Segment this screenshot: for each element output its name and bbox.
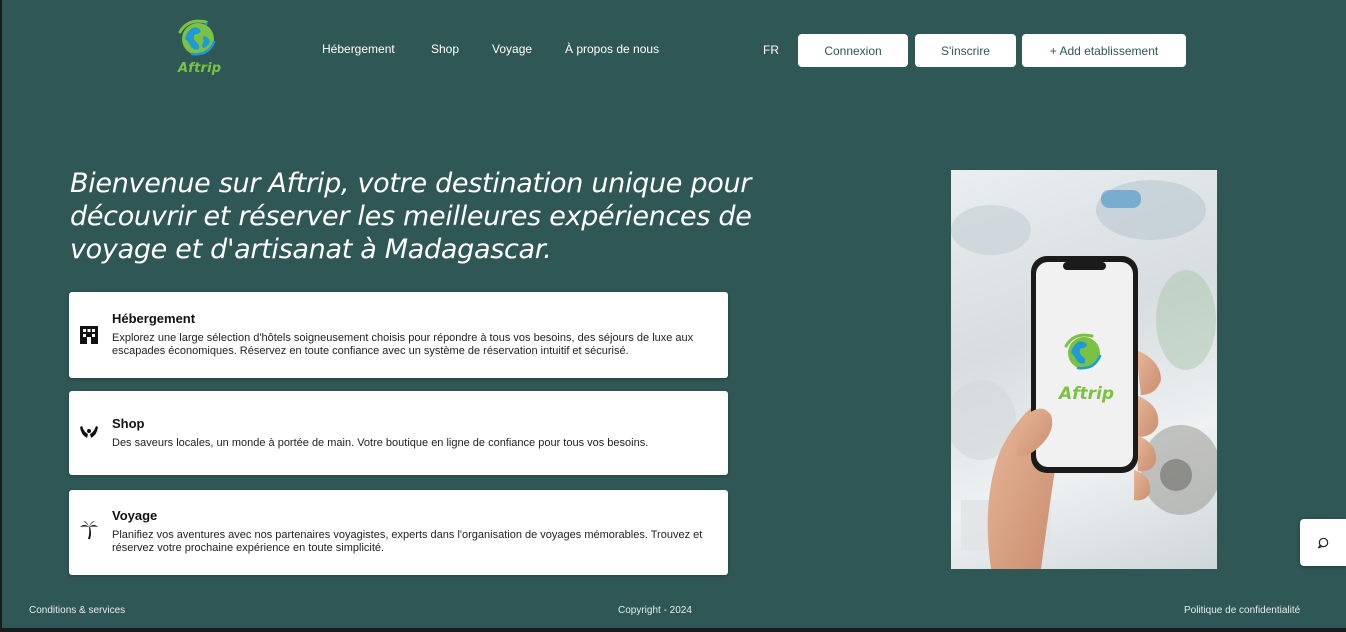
card-description: Des saveurs locales, un monde à portée d… bbox=[112, 437, 649, 449]
card-title: Hébergement bbox=[112, 311, 196, 326]
nav-item-hebergement[interactable]: Hébergement bbox=[322, 42, 395, 56]
footer-terms-link[interactable]: Conditions & services bbox=[29, 605, 125, 616]
card-hebergement[interactable]: Hébergement Explorez une large sélection… bbox=[69, 292, 728, 378]
nav-item-voyage[interactable]: Voyage bbox=[492, 42, 532, 56]
card-voyage[interactable]: Voyage Planifiez vos aventures avec nos … bbox=[69, 490, 728, 575]
building-icon bbox=[80, 326, 98, 344]
language-selector[interactable]: FR bbox=[763, 43, 779, 57]
window-edge-bottom bbox=[0, 628, 1346, 632]
chat-button[interactable] bbox=[1300, 519, 1346, 566]
card-description: Explorez une large sélection d'hôtels so… bbox=[112, 332, 694, 357]
phone-brand-name: Aftrip bbox=[1057, 384, 1114, 404]
signup-button[interactable]: S'inscrire bbox=[915, 34, 1016, 67]
card-title: Shop bbox=[112, 416, 145, 431]
brand-logo[interactable]: Aftrip bbox=[170, 16, 230, 80]
hero-title: Bienvenue sur Aftrip, votre destination … bbox=[70, 168, 752, 265]
hero-image: Aftrip bbox=[951, 170, 1217, 569]
brand-name: Aftrip bbox=[178, 61, 222, 76]
footer-privacy-link[interactable]: Politique de confidentialité bbox=[1184, 605, 1300, 616]
hands-icon bbox=[80, 426, 98, 438]
footer-copyright: Copyright - 2024 bbox=[618, 605, 692, 616]
globe-logo-icon bbox=[178, 19, 216, 56]
palm-tree-icon bbox=[80, 521, 98, 539]
nav-item-shop[interactable]: Shop bbox=[431, 42, 459, 56]
window-edge-left bbox=[0, 0, 2, 632]
login-button[interactable]: Connexion bbox=[798, 34, 908, 67]
card-shop[interactable]: Shop Des saveurs locales, un monde à por… bbox=[69, 391, 728, 475]
card-title: Voyage bbox=[112, 508, 158, 523]
chat-bubble-icon bbox=[1317, 537, 1329, 548]
card-description: Planifiez vos aventures avec nos partena… bbox=[112, 529, 703, 554]
phone-in-hand-illustration: Aftrip bbox=[951, 180, 1217, 569]
add-establishment-button[interactable]: + Add etablissement bbox=[1022, 34, 1186, 67]
nav-item-about[interactable]: À propos de nous bbox=[565, 42, 659, 56]
